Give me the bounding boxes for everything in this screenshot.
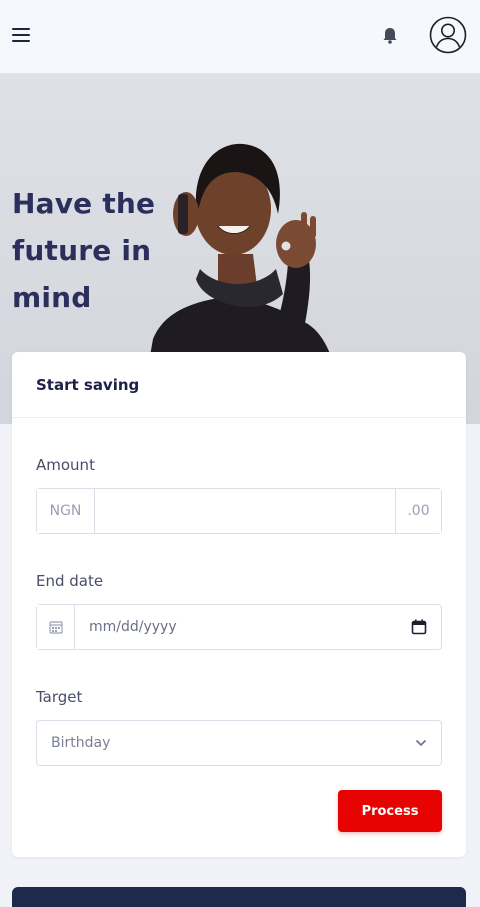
user-avatar-icon[interactable] (429, 16, 467, 54)
bell-icon[interactable] (381, 26, 399, 46)
top-bar (0, 0, 480, 74)
process-button[interactable]: Process (338, 790, 442, 832)
bottom-panel (12, 887, 466, 907)
amount-field: NGN .00 (36, 488, 442, 534)
end-date-field: mm/dd/yyyy (36, 604, 442, 650)
target-select[interactable]: Birthday (36, 720, 442, 766)
date-picker-icon[interactable] (411, 619, 427, 635)
card-title: Start saving (36, 376, 140, 394)
amount-label: Amount (36, 456, 95, 474)
hamburger-menu-icon[interactable] (12, 28, 30, 42)
card-header: Start saving (12, 352, 466, 418)
end-date-input[interactable]: mm/dd/yyyy (75, 605, 441, 649)
calendar-icon (48, 621, 63, 634)
date-placeholder: mm/dd/yyyy (89, 619, 177, 635)
currency-prefix: NGN (37, 489, 95, 533)
target-label: Target (36, 688, 83, 706)
start-saving-card: Start saving Amount NGN .00 End date mm/… (12, 352, 466, 857)
calendar-addon (37, 605, 75, 649)
target-selected-value: Birthday (51, 735, 111, 751)
chevron-down-icon (415, 739, 427, 747)
amount-input[interactable] (95, 489, 395, 533)
end-date-label: End date (36, 572, 104, 590)
decimal-suffix: .00 (395, 489, 441, 533)
